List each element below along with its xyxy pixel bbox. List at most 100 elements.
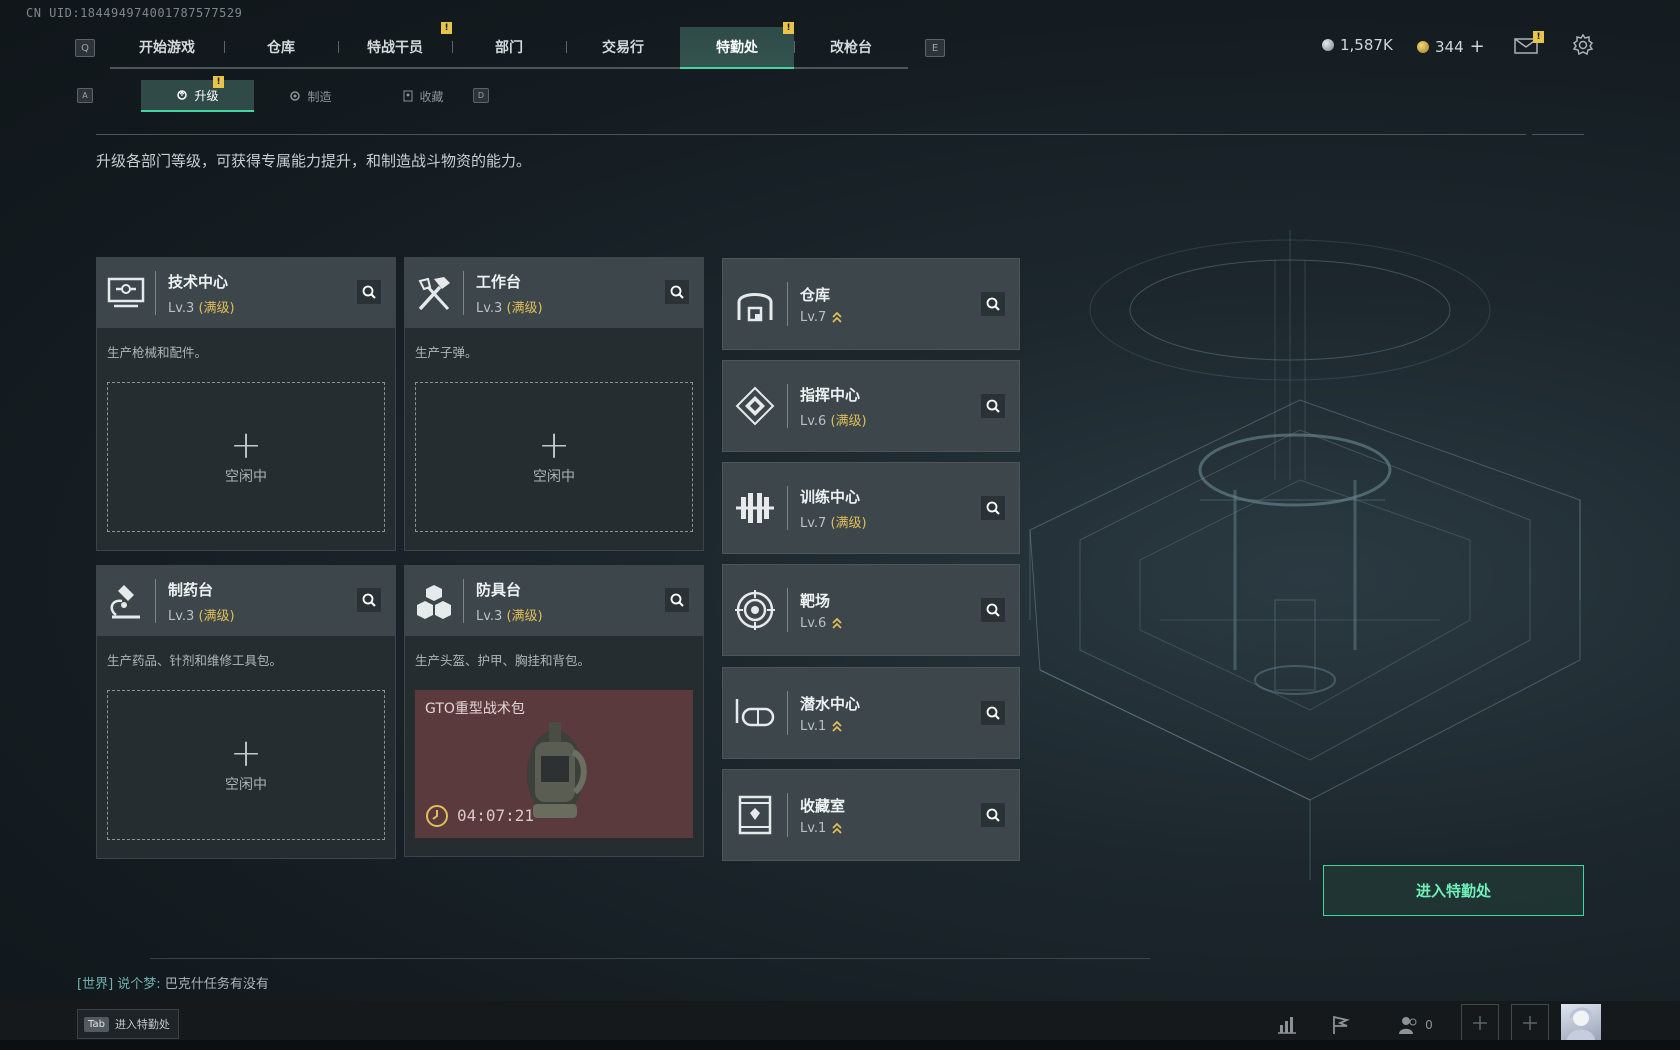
world-chat-message[interactable]: [世界] 说个梦: 巴克什任务有没有: [77, 973, 269, 992]
diving-mask-icon: [723, 668, 787, 758]
max-level-tag: (满级): [830, 515, 867, 531]
level-value: Lv.1: [800, 718, 827, 734]
collection-case-icon: [403, 90, 413, 102]
facility-card-workbench[interactable]: 工作台 Lv.3 (满级) 生产子弹。 + 空闲中: [404, 257, 704, 551]
facility-description: 生产子弹。: [415, 345, 478, 360]
next-subtab-key-label: D: [477, 91, 485, 100]
settings-button[interactable]: [1568, 30, 1598, 60]
search-icon: [986, 501, 1000, 515]
subtab-craft[interactable]: 制造: [254, 80, 367, 112]
facility-card-collection-room[interactable]: 收藏室 Lv.1: [722, 769, 1020, 861]
facility-description: 生产头盔、护甲、胸挂和背包。: [415, 653, 591, 668]
card-header: 防具台 Lv.3 (满级): [405, 566, 703, 636]
max-level-tag: (满级): [830, 413, 867, 429]
tab-shortcut-hint[interactable]: Tab 进入特勤处: [77, 1009, 179, 1039]
level-value: Lv.7: [800, 515, 827, 531]
facility-card-warehouse[interactable]: 仓库 Lv.7: [722, 258, 1020, 350]
subtab-collection[interactable]: 收藏: [367, 80, 480, 112]
sub-tabs: 升级 ! 制造 收藏: [141, 76, 480, 112]
gold-coin-icon: [1417, 40, 1429, 53]
next-tab-key[interactable]: E: [925, 39, 945, 57]
tab-special-ops[interactable]: 特勤处 !: [680, 22, 794, 69]
inspect-button[interactable]: [981, 292, 1005, 316]
team-flag-button[interactable]: [1326, 1010, 1356, 1040]
inspect-button[interactable]: [357, 588, 381, 612]
idle-label: 空闲中: [225, 777, 267, 793]
add-icon: +: [230, 423, 262, 467]
search-icon: [986, 297, 1000, 311]
facility-card-pharmacy[interactable]: 制药台 Lv.3 (满级) 生产药品、针剂和维修工具包。 + 空闲中: [96, 565, 396, 859]
subtab-upgrade[interactable]: 升级 !: [141, 76, 254, 112]
add-gold-button[interactable]: +: [1470, 36, 1485, 57]
facility-card-shooting-range[interactable]: 靶场 Lv.6: [722, 564, 1020, 656]
prev-subtab-key[interactable]: A: [77, 88, 93, 103]
mail-button[interactable]: !: [1511, 30, 1544, 60]
separator: [463, 271, 464, 315]
silver-currency[interactable]: 1,587K: [1322, 36, 1393, 54]
upgrade-gear-icon: [177, 90, 188, 100]
production-slot-empty[interactable]: + 空闲中: [107, 382, 385, 532]
plus-icon: [1523, 1016, 1537, 1030]
search-icon: [986, 808, 1000, 822]
facility-name: 防具台: [476, 580, 522, 599]
invite-slot-1[interactable]: [1461, 1004, 1499, 1042]
tab-gunsmith[interactable]: 改枪台: [794, 27, 908, 67]
tab-operators[interactable]: 特战干员 !: [338, 22, 452, 67]
production-item-name: GTO重型战术包: [425, 701, 525, 717]
player-avatar[interactable]: [1561, 1004, 1601, 1040]
next-tab-key-label: E: [931, 42, 939, 54]
facility-card-tech-center[interactable]: 技术中心 Lv.3 (满级) 生产枪械和配件。 + 空闲中: [96, 257, 396, 551]
stats-button[interactable]: [1272, 1010, 1302, 1040]
inspect-button[interactable]: [981, 598, 1005, 622]
facility-level: Lv.3 (满级): [168, 605, 235, 624]
facility-level: Lv.7 (满级): [800, 512, 867, 531]
production-slot-empty[interactable]: + 空闲中: [415, 382, 693, 532]
production-slot-empty[interactable]: + 空闲中: [107, 690, 385, 840]
facility-description: 生产药品、针剂和维修工具包。: [107, 653, 283, 668]
tab-start-game[interactable]: 开始游戏: [110, 27, 224, 67]
facility-name: 制药台: [168, 580, 214, 599]
os-taskbar: [0, 1040, 1680, 1050]
inspect-button[interactable]: [665, 588, 689, 612]
gold-currency[interactable]: 344 +: [1417, 36, 1485, 57]
inspect-button[interactable]: [981, 701, 1005, 725]
next-subtab-key[interactable]: D: [473, 88, 489, 103]
display-case-icon: [723, 770, 787, 860]
production-slot-active[interactable]: GTO重型战术包 04:07:21: [415, 690, 693, 838]
facility-card-command-center[interactable]: 指挥中心 Lv.6 (满级): [722, 360, 1020, 452]
level-value: Lv.3: [476, 300, 503, 316]
level-value: Lv.7: [800, 309, 827, 325]
invite-slot-2[interactable]: [1511, 1004, 1549, 1042]
facility-name: 收藏室: [800, 796, 846, 815]
upgrade-available-icon: [832, 311, 842, 323]
enter-special-ops-button[interactable]: 进入特勤处: [1323, 865, 1584, 916]
avatar-portrait-icon: [1567, 1007, 1595, 1040]
facility-level: Lv.3 (满级): [476, 605, 543, 624]
prev-tab-key[interactable]: Q: [75, 39, 95, 57]
separator: [787, 486, 788, 530]
inspect-button[interactable]: [357, 280, 381, 304]
tab-label: 交易行: [602, 40, 644, 56]
tab-trading[interactable]: 交易行: [566, 27, 680, 67]
tab-warehouse[interactable]: 仓库: [224, 27, 338, 67]
inspect-button[interactable]: [981, 496, 1005, 520]
separator: [155, 271, 156, 315]
friends-button[interactable]: 0: [1390, 1010, 1440, 1040]
search-icon: [670, 593, 684, 607]
alert-badge: !: [441, 22, 452, 34]
level-value: Lv.3: [476, 608, 503, 624]
facility-level: Lv.1: [800, 821, 845, 836]
alert-badge: !: [783, 22, 794, 34]
silver-amount: 1,587K: [1340, 36, 1393, 54]
separator: [787, 282, 788, 326]
facility-card-diving-center[interactable]: 潜水中心 Lv.1: [722, 667, 1020, 759]
facility-card-training-center[interactable]: 训练中心 Lv.7 (满级): [722, 462, 1020, 554]
inspect-button[interactable]: [665, 280, 689, 304]
inspect-button[interactable]: [981, 803, 1005, 827]
tab-departments[interactable]: 部门: [452, 27, 566, 67]
facility-card-armor-bench[interactable]: 防具台 Lv.3 (满级) 生产头盔、护甲、胸挂和背包。 GTO重型战术包 04…: [404, 565, 704, 857]
tab-label: 仓库: [267, 40, 295, 56]
timer-clock-icon: [426, 805, 448, 827]
level-value: Lv.3: [168, 608, 195, 624]
inspect-button[interactable]: [981, 394, 1005, 418]
